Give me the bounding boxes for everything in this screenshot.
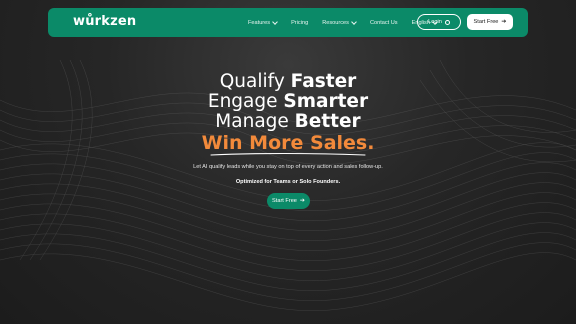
nav-item-resources[interactable]: Resources xyxy=(322,18,357,26)
login-button[interactable]: Login xyxy=(417,14,461,30)
arrow-right-icon: ➔ xyxy=(299,198,305,204)
nav-links: Features Pricing Resources Contact Us En… xyxy=(248,8,438,37)
hero-line-manage: Manage Better xyxy=(215,111,361,132)
start-free-nav-button[interactable]: Start Free ➔ xyxy=(467,14,513,30)
nav-item-label: Features xyxy=(248,19,271,26)
hero-subtitle: Let AI qualify leads while you stay on t… xyxy=(193,164,383,170)
start-free-label: Start Free xyxy=(473,19,499,25)
nav-item-features[interactable]: Features xyxy=(248,18,278,26)
workzen-logo[interactable]: wůrkzen xyxy=(73,13,136,31)
chevron-down-icon xyxy=(351,18,357,25)
nav-item-pricing[interactable]: Pricing xyxy=(291,20,308,26)
hero-line-engage: Engage Smarter xyxy=(207,91,369,112)
background-wave-pattern xyxy=(0,59,576,311)
top-navbar: wůrkzen Features Pricing Resources Conta… xyxy=(48,8,528,37)
hero-tagline: Optimized for Teams or Solo Founders. xyxy=(235,179,341,185)
accent-underline xyxy=(210,152,366,156)
hero-section: Qualify Faster Engage Smarter Manage Bet… xyxy=(0,71,576,155)
login-label: Login xyxy=(428,19,442,25)
arrow-right-icon: ➔ xyxy=(501,19,507,25)
user-circle-icon xyxy=(444,19,450,25)
start-free-label: Start Free xyxy=(272,198,297,204)
start-free-hero-button[interactable]: Start Free ➔ xyxy=(267,193,310,209)
nav-item-contact[interactable]: Contact Us xyxy=(370,20,398,26)
nav-item-label: Contact Us xyxy=(369,19,398,26)
hero-line-qualify: Qualify Faster xyxy=(219,71,357,92)
nav-item-label: Pricing xyxy=(291,19,309,26)
chevron-down-icon xyxy=(272,18,278,25)
nav-item-label: Resources xyxy=(322,19,349,26)
